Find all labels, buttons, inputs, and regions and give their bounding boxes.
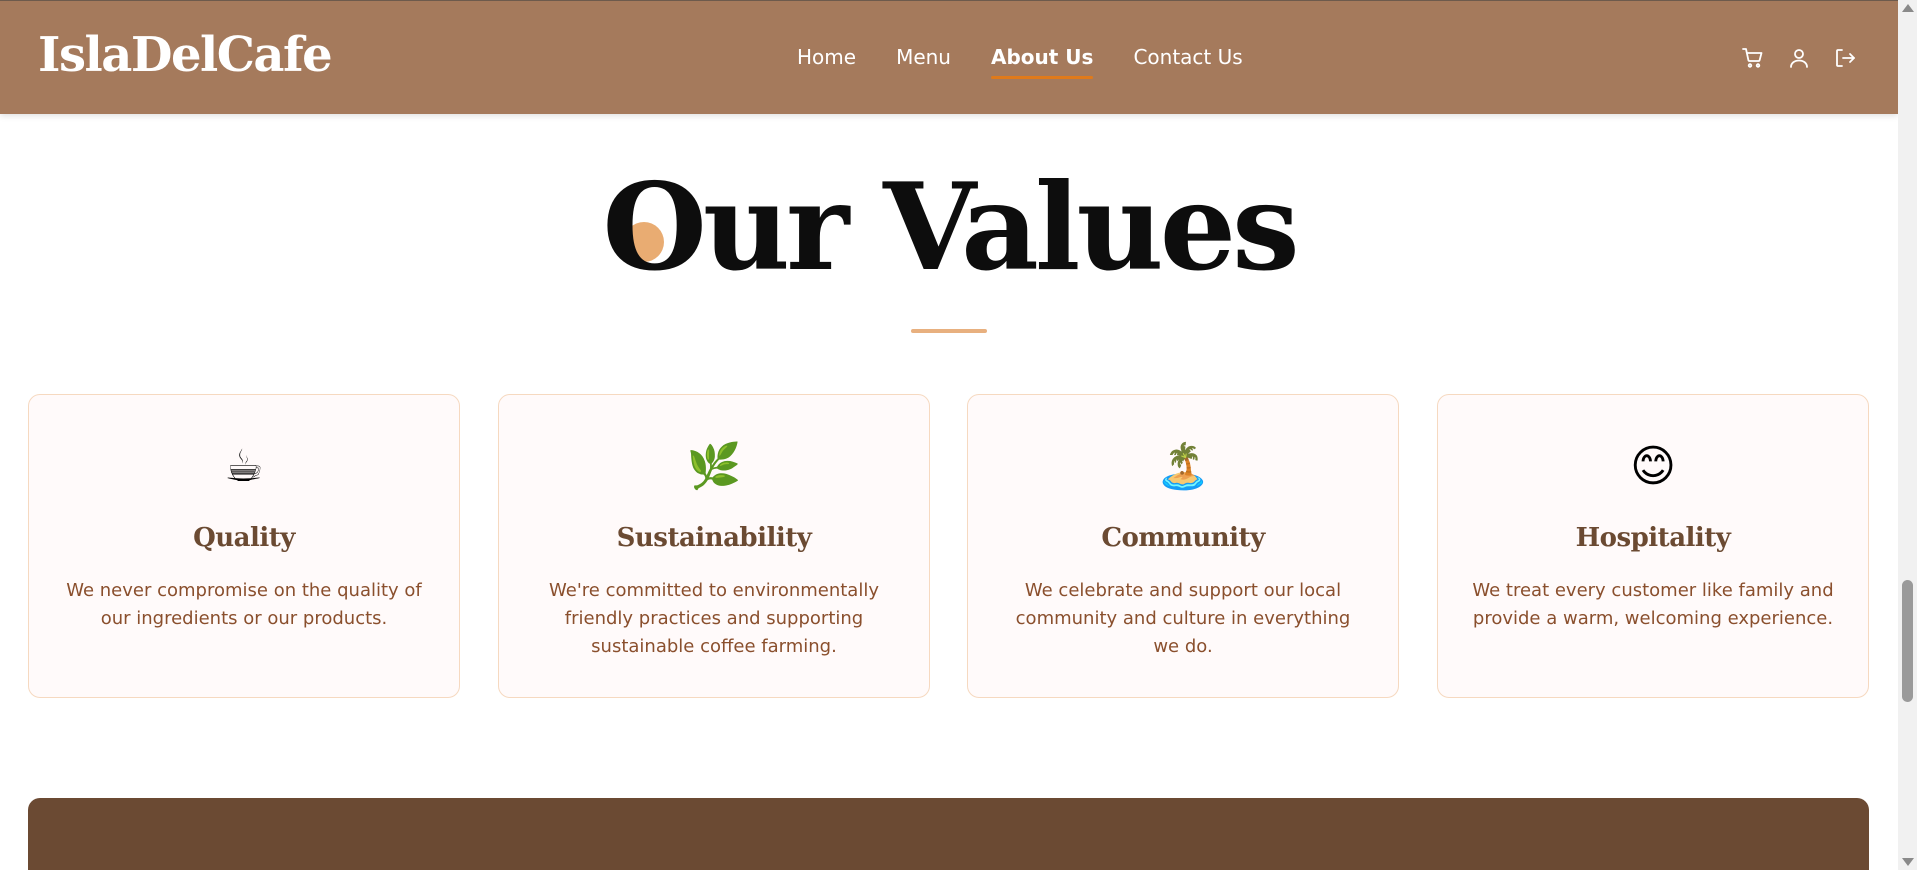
nav-menu[interactable]: Menu [896,45,951,79]
card-title: Hospitality [1575,523,1731,553]
card-title: Community [1101,523,1265,553]
header-actions [1740,45,1858,71]
title-underline [911,329,987,333]
cart-icon[interactable] [1740,45,1766,71]
user-icon[interactable] [1786,45,1812,71]
nav-about-us[interactable]: About Us [990,45,1094,79]
site-logo[interactable]: IslaDelCafe [38,27,333,83]
nav-contact-us[interactable]: Contact Us [1133,45,1242,79]
values-title: Our Values [602,157,1299,298]
scrollbar-thumb[interactable] [1902,580,1913,702]
main-nav: Home Menu About Us Contact Us [797,45,1243,79]
scroll-down-arrow-icon[interactable] [1902,858,1914,866]
next-section-banner [28,798,1869,870]
card-description: We're committed to environmentally frien… [549,580,879,657]
value-card-hospitality: 😊 Hospitality We treat every customer li… [1437,394,1869,698]
value-card-community: 🏝️ Community We celebrate and support ou… [967,394,1399,698]
card-title: Sustainability [616,523,812,553]
page-scrollbar[interactable] [1898,0,1917,870]
value-card-quality: ☕ Quality We never compromise on the qua… [28,394,460,698]
coffee-cup-icon: ☕ [224,442,264,491]
card-title: Quality [193,523,295,553]
card-description: We treat every customer like family and … [1472,580,1834,629]
card-description: We celebrate and support our local commu… [1015,580,1351,657]
smiling-face-icon: 😊 [1630,442,1676,491]
values-heading: Our Values [0,168,1898,288]
scroll-up-arrow-icon[interactable] [1902,4,1914,12]
card-description: We never compromise on the quality of ou… [66,580,422,629]
herb-leaf-icon: 🌿 [686,442,742,491]
logout-icon[interactable] [1832,45,1858,71]
nav-home[interactable]: Home [797,45,856,79]
island-palm-icon: 🏝️ [1155,442,1211,491]
value-card-sustainability: 🌿 Sustainability We're committed to envi… [498,394,930,698]
site-header: IslaDelCafe Home Menu About Us Contact U… [0,0,1898,114]
